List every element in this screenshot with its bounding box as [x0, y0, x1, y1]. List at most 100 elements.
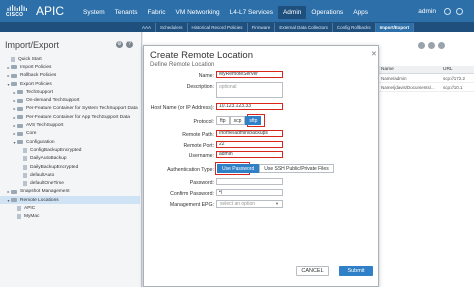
tree-item[interactable]: ▸ Snapshot Management — [0, 188, 140, 196]
tree-item[interactable]: Quick Start — [0, 55, 140, 63]
folder-icon — [17, 115, 23, 120]
table-header: Name URL — [378, 66, 474, 74]
tree-item-label: defaultAuto — [30, 172, 55, 178]
tree-item[interactable]: ▾ Configuration — [0, 138, 140, 146]
tree-item[interactable]: ConfigBackupEncrypted — [0, 146, 140, 154]
auth-type-label: Authentication Type: — [167, 167, 214, 173]
host-field[interactable]: 10.123.123.33 — [216, 103, 283, 110]
column-header-name[interactable]: Name — [378, 66, 440, 73]
file-icon — [17, 205, 21, 211]
tree-item-label: ConfigBackupEncrypted — [30, 147, 82, 153]
create-remote-location-dialog: Create Remote Location ✕ Define Remote L… — [143, 45, 379, 287]
table-cell: scp://172.2 — [443, 76, 466, 81]
subnav-item-aaa[interactable]: AAA — [138, 23, 157, 32]
remote-port-field[interactable]: 22 — [216, 141, 283, 148]
nav-item-admin[interactable]: Admin — [277, 6, 307, 19]
user-menu[interactable]: admin — [418, 8, 436, 15]
table-row[interactable]: Name/jdavis/Documents/... scp://10.1 — [378, 84, 474, 92]
subnav-item-external-data-collectors[interactable]: External Data Collectors — [275, 23, 333, 32]
password-field[interactable] — [216, 178, 283, 185]
folder-icon — [17, 140, 23, 145]
confirm-password-label: Confirm Password: — [170, 191, 214, 197]
table-row[interactable]: Name/admin scp://172.2 — [378, 75, 474, 83]
actions-icon[interactable] — [428, 42, 435, 49]
submit-button[interactable]: Submit — [339, 266, 373, 276]
tree-item[interactable]: ▸ Per-Feature Container for App TechSuppo… — [0, 113, 140, 121]
tree-item[interactable]: APIC — [0, 204, 140, 212]
tree-item[interactable]: defaultOneTime — [0, 179, 140, 187]
nav-item-tenants[interactable]: Tenants — [110, 6, 143, 19]
tree-item[interactable]: ▸ Core — [0, 130, 140, 138]
tree-item[interactable]: MyMac — [0, 213, 140, 221]
tools-icon[interactable]: ⚙ — [116, 41, 123, 48]
cisco-logo: CISCO — [5, 3, 29, 19]
remote-path-field[interactable]: /home/admin/backups — [216, 130, 283, 137]
help-icon[interactable]: ? — [126, 41, 133, 48]
file-icon — [23, 164, 27, 170]
folder-icon — [11, 198, 17, 203]
tree-item-label: Quick Start — [18, 56, 42, 62]
tree-item[interactable]: ▸ TechSupport — [0, 88, 140, 96]
folder-icon — [11, 82, 17, 87]
subnav-item-historical-record-policies[interactable]: Historical Record Policies — [188, 23, 248, 32]
sub-navbar: AAA Schedulers Historical Record Policies F… — [0, 22, 474, 32]
nav-item-apps[interactable]: Apps — [348, 6, 373, 19]
settings-icon[interactable] — [456, 8, 463, 15]
folder-icon — [17, 131, 23, 136]
tree-item[interactable]: defaultAuto — [0, 171, 140, 179]
top-navbar: CISCO APIC System Tenants Fabric VM Network… — [0, 0, 474, 22]
table-cell: Name/jdavis/Documents/... — [381, 85, 435, 90]
tree-item[interactable]: ▸ Import Policies — [0, 63, 140, 71]
protocol-option-sftp[interactable]: sftp — [245, 116, 262, 125]
search-icon[interactable] — [444, 8, 451, 15]
name-field[interactable]: MyRemoteServer — [216, 71, 283, 78]
protocol-option-ftp[interactable]: ftp — [216, 116, 230, 125]
tree-item-label: On-demand TechSupport — [26, 98, 80, 104]
gear-icon[interactable] — [438, 42, 445, 49]
tree-item[interactable]: ▾ Remote Locations — [0, 196, 140, 205]
management-epg-select[interactable]: select an option ▼ — [216, 200, 283, 208]
subnav-item-config-rollbacks[interactable]: Config Rollbacks — [333, 23, 376, 32]
protocol-option-scp[interactable]: scp — [229, 116, 246, 125]
tree-item-label: defaultOneTime — [30, 181, 64, 187]
subnav-item-schedulers[interactable]: Schedulers — [156, 23, 188, 32]
close-icon[interactable]: ✕ — [371, 50, 377, 58]
tree-item[interactable]: ▸ Rollback Policies — [0, 72, 140, 80]
subnav-item-import-export[interactable]: Import/Export — [375, 23, 415, 32]
subnav-item-firmware[interactable]: Firmware — [248, 23, 276, 32]
refresh-icon[interactable] — [418, 42, 425, 49]
username-label: Username: — [188, 153, 214, 159]
tree-item[interactable]: DailyAutoBackup — [0, 155, 140, 163]
nav-item-vm-networking[interactable]: VM Networking — [171, 6, 225, 19]
cisco-logo-icon — [7, 5, 27, 11]
nav-item-l4-l7-services[interactable]: L4-L7 Services — [225, 6, 278, 19]
table-cell: Name/admin — [381, 76, 407, 81]
table-cell: scp://10.1 — [443, 85, 463, 90]
panel-title: Import/Export — [5, 40, 60, 50]
remote-port-label: Remote Port: — [183, 143, 214, 149]
left-panel: Import/Export ⚙ ? Quick Start ▸ Import Pol… — [0, 32, 142, 287]
cancel-button[interactable]: CANCEL — [296, 266, 329, 276]
tree-item[interactable]: ▸ Per-Feature Container for System TechSu… — [0, 105, 140, 113]
confirm-password-field[interactable]: •| — [216, 189, 283, 196]
work-pane-tools — [418, 42, 445, 49]
description-field[interactable]: optional — [216, 82, 283, 98]
tree-item[interactable]: DailyBackupEncrypted — [0, 163, 140, 171]
tree-item-label: Per-Feature Container for App TechSuppor… — [26, 114, 130, 120]
tree-item[interactable]: ▸ On-demand TechSupport — [0, 96, 140, 104]
file-icon — [17, 214, 21, 220]
username-field[interactable]: admin — [216, 151, 283, 158]
folder-icon — [17, 90, 23, 95]
tree-item[interactable]: ▸ AVS TechSupport — [0, 121, 140, 129]
tree-item[interactable]: ▾ Export Policies — [0, 80, 140, 88]
nav-item-system[interactable]: System — [78, 6, 110, 19]
auth-option-password[interactable]: Use Password — [217, 164, 260, 173]
nav-item-operations[interactable]: Operations — [306, 6, 348, 19]
auth-option-ssh-files[interactable]: Use SSH Public/Private Files — [259, 164, 334, 173]
nav-item-fabric[interactable]: Fabric — [142, 6, 170, 19]
auth-type-selector: Use Password Use SSH Public/Private File… — [217, 164, 334, 173]
column-header-url[interactable]: URL — [440, 66, 474, 73]
tree-item-label: Configuration — [26, 139, 55, 145]
name-label: Name: — [198, 73, 214, 79]
tree-item-label: Rollback Policies — [20, 73, 57, 79]
